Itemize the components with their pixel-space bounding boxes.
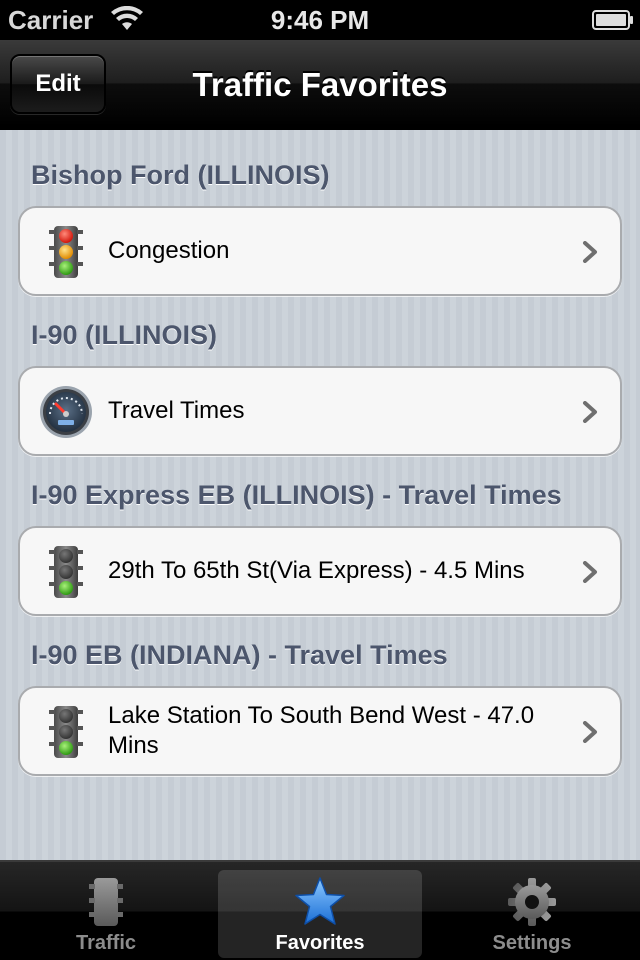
list-item-label: Travel Times [108, 397, 245, 424]
list-item[interactable]: Lake Station To South Bend West - 47.0 M… [18, 686, 622, 776]
list-item[interactable]: Congestion [18, 206, 622, 296]
battery-icon [592, 10, 633, 30]
list-item-label: Congestion [108, 237, 230, 264]
tab-settings[interactable]: Settings [430, 870, 634, 958]
section-header: Bishop Ford (ILLINOIS) [31, 160, 330, 190]
traffic-light-icon [49, 226, 83, 278]
favorites-list[interactable]: Bishop Ford (ILLINOIS) Congestion I-90 (… [0, 130, 640, 860]
list-item-label: 29th To 65th St(Via Express) - 4.5 Mins [108, 557, 525, 584]
tab-bar: Traffic Favorites Settings [0, 860, 640, 960]
section-header: I-90 Express EB (ILLINOIS) - Travel Time… [31, 480, 562, 510]
tab-traffic[interactable]: Traffic [4, 870, 208, 958]
chevron-right-icon [583, 241, 597, 263]
list-item-label: Lake Station To South Bend West - 47.0 M… [108, 702, 535, 759]
tab-favorites[interactable]: Favorites [218, 870, 422, 958]
traffic-light-green-icon [49, 546, 83, 598]
traffic-light-green-icon [49, 706, 83, 758]
navigation-bar: Edit Traffic Favorites [0, 40, 640, 128]
status-time: 9:46 PM [270, 5, 370, 35]
page-title: Traffic Favorites [192, 66, 448, 103]
tab-label: Traffic [75, 932, 137, 954]
chevron-right-icon [583, 721, 597, 743]
list-item[interactable]: Travel Times [18, 366, 622, 456]
section-header: I-90 EB (INDIANA) - Travel Times [31, 640, 448, 670]
speedometer-icon [40, 386, 92, 438]
star-icon [295, 877, 345, 925]
status-bar: Carrier 9:46 PM [0, 0, 640, 40]
list-item[interactable]: 29th To 65th St(Via Express) - 4.5 Mins [18, 526, 622, 616]
tab-label: Settings [492, 932, 572, 954]
section-header: I-90 (ILLINOIS) [31, 320, 218, 350]
chevron-right-icon [583, 561, 597, 583]
traffic-light-icon [89, 878, 123, 926]
tab-label: Favorites [275, 932, 365, 954]
gear-icon [508, 878, 556, 926]
chevron-right-icon [583, 401, 597, 423]
